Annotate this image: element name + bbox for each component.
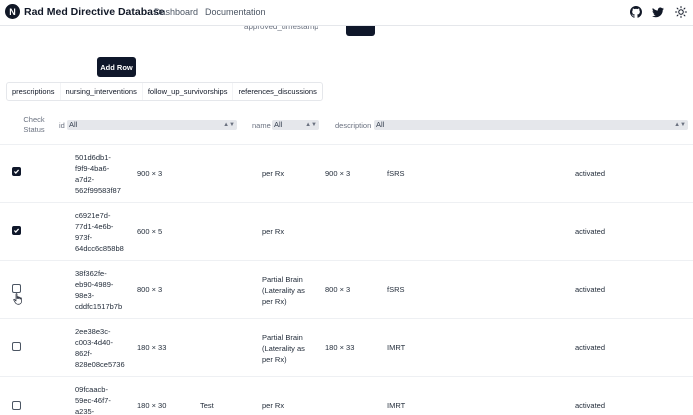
description-line: (Laterality as [262,344,305,353]
chevron-updown-icon: ▲▼ [223,122,235,128]
description-line: Partial Brain [262,333,303,342]
id-cell: 501d6db1- f9f9-4ba6- a7d2- 562f99583f87 [75,152,121,196]
id-cell: 09fcaacb- 59ec-46f7- a235- [75,384,111,415]
description-filter-label: description [335,121,372,130]
name-filter-select[interactable]: All ▲▼ [272,120,319,130]
description-cell: Partial Brain (Laterality as per Rx) [262,332,305,365]
status-cell: activated [575,343,606,352]
dose-fraction-cell: 900 × 3 [325,169,351,178]
approved-timestamp-label: approved_timestamp [244,26,318,31]
cut-off-button[interactable] [346,26,375,36]
id-cell: 38f362fe- eb90-4989- 98e3- cddfc1517b7b [75,268,122,312]
id-part: 77d1-4e6b- [75,222,114,231]
tab-nursing-interventions[interactable]: nursing_interventions [61,83,143,100]
table-row: 38f362fe- eb90-4989- 98e3- cddfc1517b7b … [0,261,693,319]
tab-follow-up-survivorships[interactable]: follow_up_survivorships [143,83,234,100]
description-filter-select[interactable]: All ▲▼ [374,120,688,130]
dose-cell: 600 × 5 [137,227,163,236]
id-filter-value: All [69,120,78,129]
twitter-icon[interactable] [651,5,665,19]
status-cell: activated [575,401,606,410]
hand-pointer-icon [13,292,23,310]
description-line: Partial Brain [262,275,303,284]
row-checkbox[interactable] [12,167,21,176]
id-part: 501d6db1- [75,153,111,162]
id-part: eb90-4989- [75,280,114,289]
dose-fraction-cell: 800 × 3 [325,285,351,294]
name-cell: Test [200,401,214,410]
name-filter-value: All [274,120,283,129]
description-cell: per Rx [262,227,285,236]
row-checkbox[interactable] [12,342,21,351]
id-cell: 2ee38e3c- c003-4d40- 862f- 828e08ce5736 [75,326,125,370]
id-part: 09fcaacb- [75,385,108,394]
id-part: 64dcc6c858b8 [75,244,124,253]
add-row-button[interactable]: Add Row [97,57,136,77]
technique-cell: fSRS [387,169,405,178]
id-part: a7d2- [75,175,95,184]
id-part: 38f362fe- [75,269,107,278]
top-navbar: N Rad Med Directive Database Dashboard D… [0,0,693,26]
id-part: c6921e7d- [75,211,111,220]
id-part: 562f99583f87 [75,186,121,195]
id-part: 2ee38e3c- [75,327,111,336]
app-title[interactable]: Rad Med Directive Database [24,6,165,18]
id-part: f9f9-4ba6- [75,164,110,173]
nav-documentation-link[interactable]: Documentation [205,7,266,17]
github-icon[interactable] [629,5,643,19]
app-logo[interactable]: N [5,4,20,19]
sun-icon[interactable] [674,5,688,19]
description-cell: per Rx [262,401,285,410]
id-part: c003-4d40- [75,338,113,347]
dose-cell: 900 × 3 [137,169,163,178]
id-part: 828e08ce5736 [75,360,125,369]
technique-cell: IMRT [387,343,406,352]
status-cell: activated [575,285,606,294]
tab-references-discussions[interactable]: references_discussions [233,83,321,100]
id-cell: c6921e7d- 77d1-4e6b- 973f- 64dcc6c858b8 [75,210,124,254]
row-checkbox[interactable] [12,401,21,410]
id-filter-label: id [59,121,65,130]
id-filter-select[interactable]: All ▲▼ [67,120,237,130]
check-status-header: Check Status [23,115,45,134]
chevron-updown-icon: ▲▼ [305,122,317,128]
status-cell: activated [575,227,606,236]
technique-cell: fSRS [387,285,405,294]
id-part: a235- [75,407,95,415]
description-line: per Rx) [262,297,287,306]
table-tabs: prescriptions nursing_interventions foll… [6,82,323,101]
id-part: 862f- [75,349,93,358]
status-cell: activated [575,169,606,178]
id-part: cddfc1517b7b [75,302,123,311]
tab-prescriptions[interactable]: prescriptions [7,83,61,100]
table-row: 501d6db1- f9f9-4ba6- a7d2- 562f99583f87 … [0,145,693,203]
description-cell: Partial Brain (Laterality as per Rx) [262,274,305,307]
technique-cell: IMRT [387,401,406,410]
id-part: 59ec-46f7- [75,396,111,405]
id-part: 98e3- [75,291,95,300]
description-cell: per Rx [262,169,285,178]
table-row: 09fcaacb- 59ec-46f7- a235- 180 × 30 Test… [0,377,693,415]
table-row: c6921e7d- 77d1-4e6b- 973f- 64dcc6c858b8 … [0,203,693,261]
dose-cell: 180 × 33 [137,343,167,352]
name-filter-label: name [252,121,271,130]
id-part: 973f- [75,233,93,242]
row-checkbox[interactable] [12,226,21,235]
dose-fraction-cell: 180 × 33 [325,343,355,352]
description-line: (Laterality as [262,286,305,295]
dose-cell: 800 × 3 [137,285,163,294]
dose-cell: 180 × 30 [137,401,167,410]
description-filter-value: All [376,120,385,129]
table-row: 2ee38e3c- c003-4d40- 862f- 828e08ce5736 … [0,319,693,377]
nav-dashboard-link[interactable]: Dashboard [154,7,198,17]
chevron-updown-icon: ▲▼ [674,122,686,128]
description-line: per Rx) [262,355,287,364]
